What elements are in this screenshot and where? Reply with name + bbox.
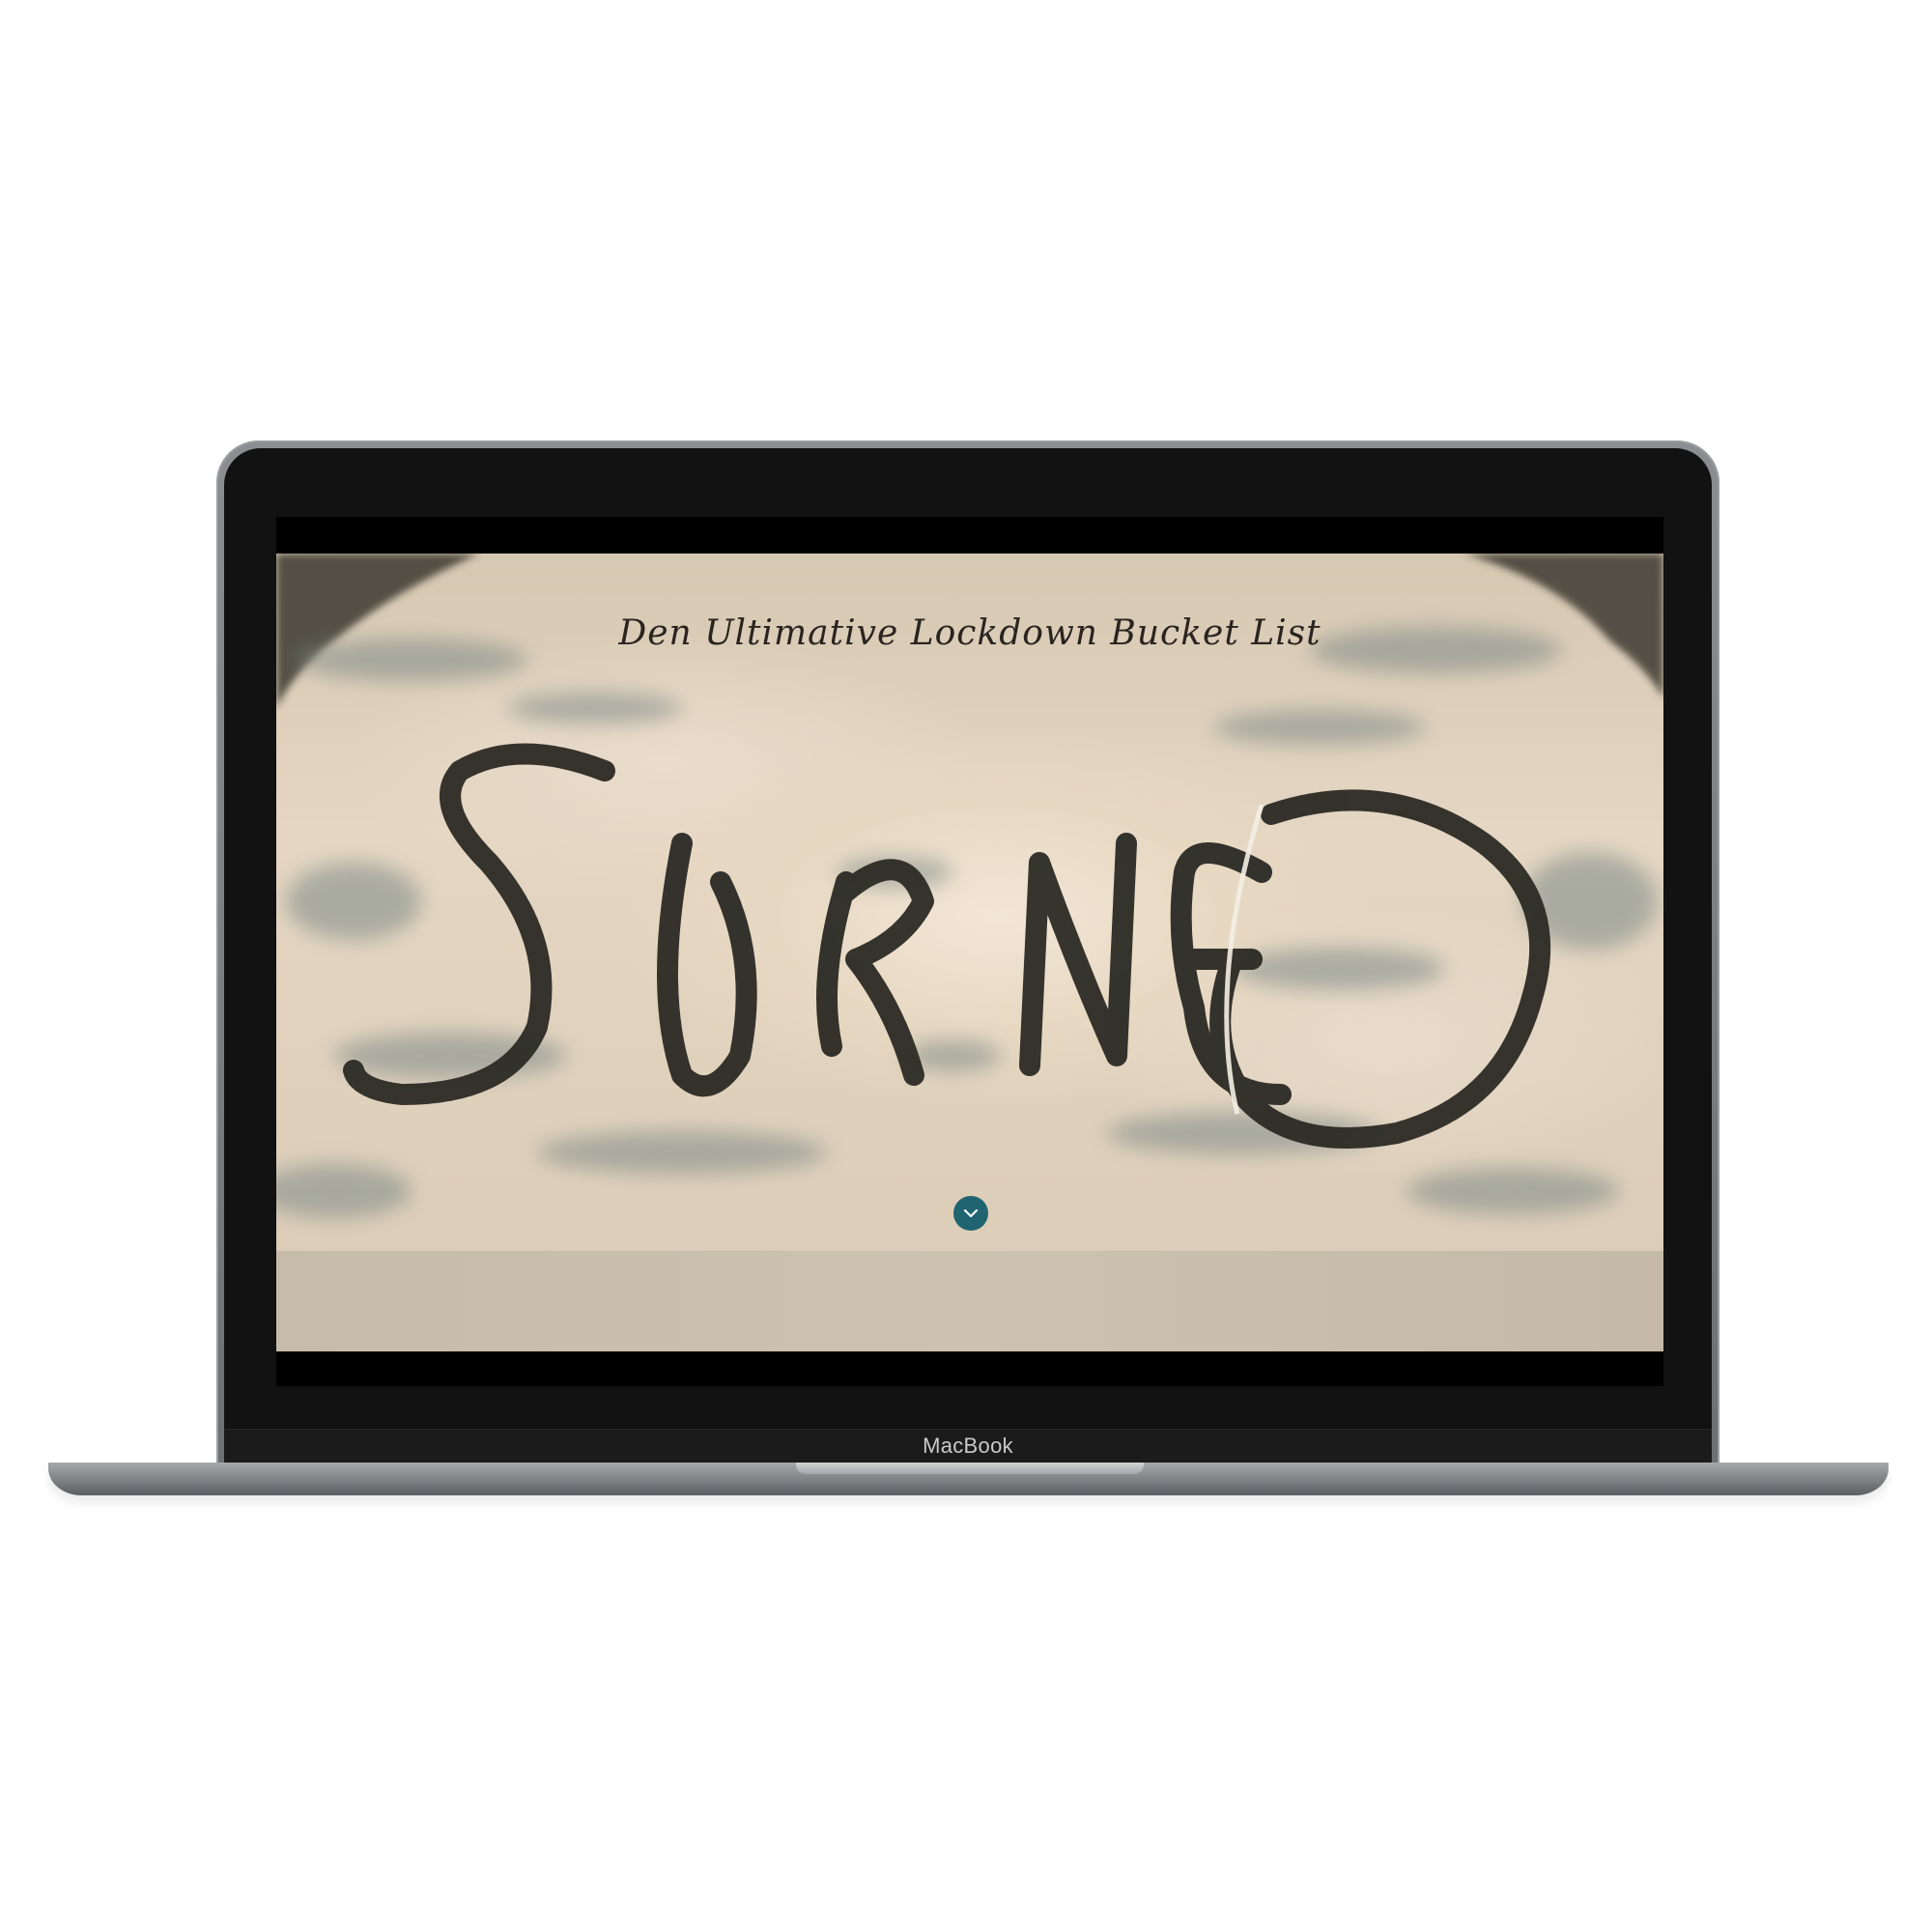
laptop-hinge-notch <box>796 1463 1144 1474</box>
laptop-chin: MacBook <box>224 1429 1712 1464</box>
laptop-screen: Den Ultimative Lockdown Bucket List <box>276 517 1663 1386</box>
page-title: Den Ultimative Lockdown Bucket List <box>618 613 1321 653</box>
content-section-background <box>276 1251 1663 1351</box>
brand-label: MacBook <box>923 1434 1013 1458</box>
hero-flour-texture <box>276 554 1663 1218</box>
hero-section: Den Ultimative Lockdown Bucket List <box>276 554 1663 1251</box>
stage: MacBook Den Ultimative Lockdown Bucket L… <box>0 0 1932 1932</box>
scroll-down-button[interactable] <box>953 1196 988 1231</box>
chevron-down-icon <box>963 1208 979 1218</box>
